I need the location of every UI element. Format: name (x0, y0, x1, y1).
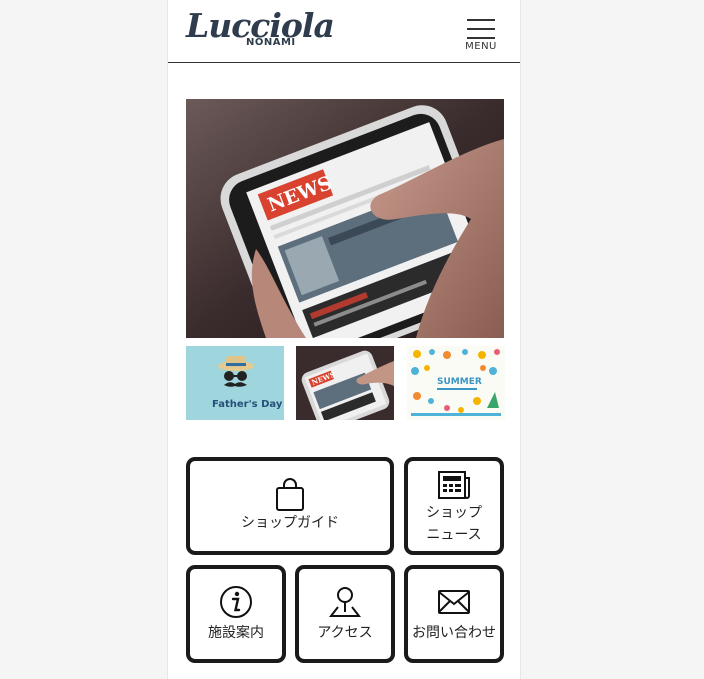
menu-label: MENU (465, 41, 497, 52)
fathers-day-caption: Father's Day (212, 399, 283, 410)
shop-news-tile[interactable]: ショップ ニュース (404, 457, 504, 555)
info-icon (220, 586, 252, 618)
shopping-bag-icon (276, 478, 304, 511)
mail-icon (438, 590, 470, 614)
contact-tile[interactable]: お問い合わせ (404, 565, 504, 663)
summer-image: SUMMER (407, 346, 505, 420)
shop-guide-label: ショップガイド (241, 515, 339, 531)
contact-label: お問い合わせ (412, 625, 496, 641)
shop-news-label-line1: ショップ (426, 505, 482, 521)
shop-news-label-line2: ニュース (426, 527, 482, 543)
logo-subtext: NONAMI (246, 37, 296, 48)
thumbnail-summer[interactable]: SUMMER (407, 346, 505, 420)
newspaper-icon (438, 471, 470, 499)
hamburger-icon (467, 19, 495, 21)
site-logo[interactable]: Lucciola NONAMI (186, 6, 335, 56)
hero-slide-image[interactable]: NEWS (186, 99, 504, 338)
access-label: アクセス (317, 625, 373, 641)
map-pin-icon (328, 587, 362, 617)
news-phone-image: NEWS (296, 346, 394, 420)
hamburger-icon-line (467, 37, 495, 39)
access-tile[interactable]: アクセス (295, 565, 395, 663)
summer-caption: SUMMER (437, 377, 482, 387)
hamburger-icon-line (467, 28, 495, 30)
facility-label: 施設案内 (208, 625, 264, 641)
facility-tile[interactable]: 施設案内 (186, 565, 286, 663)
slider-thumbnails: Father's Day NEWS SUMMER (186, 346, 505, 420)
thumbnail-news[interactable]: NEWS (296, 346, 394, 420)
menu-button[interactable]: MENU (464, 16, 498, 56)
shop-guide-tile[interactable]: ショップガイド (186, 457, 394, 555)
fathers-day-image: Father's Day (186, 346, 284, 420)
hero-phone-illustration: NEWS (186, 99, 504, 338)
page-container: Lucciola NONAMI MENU NEWS Father's Day N… (167, 0, 521, 679)
site-header: Lucciola NONAMI MENU (168, 0, 520, 63)
thumbnail-fathers-day[interactable]: Father's Day (186, 346, 284, 420)
